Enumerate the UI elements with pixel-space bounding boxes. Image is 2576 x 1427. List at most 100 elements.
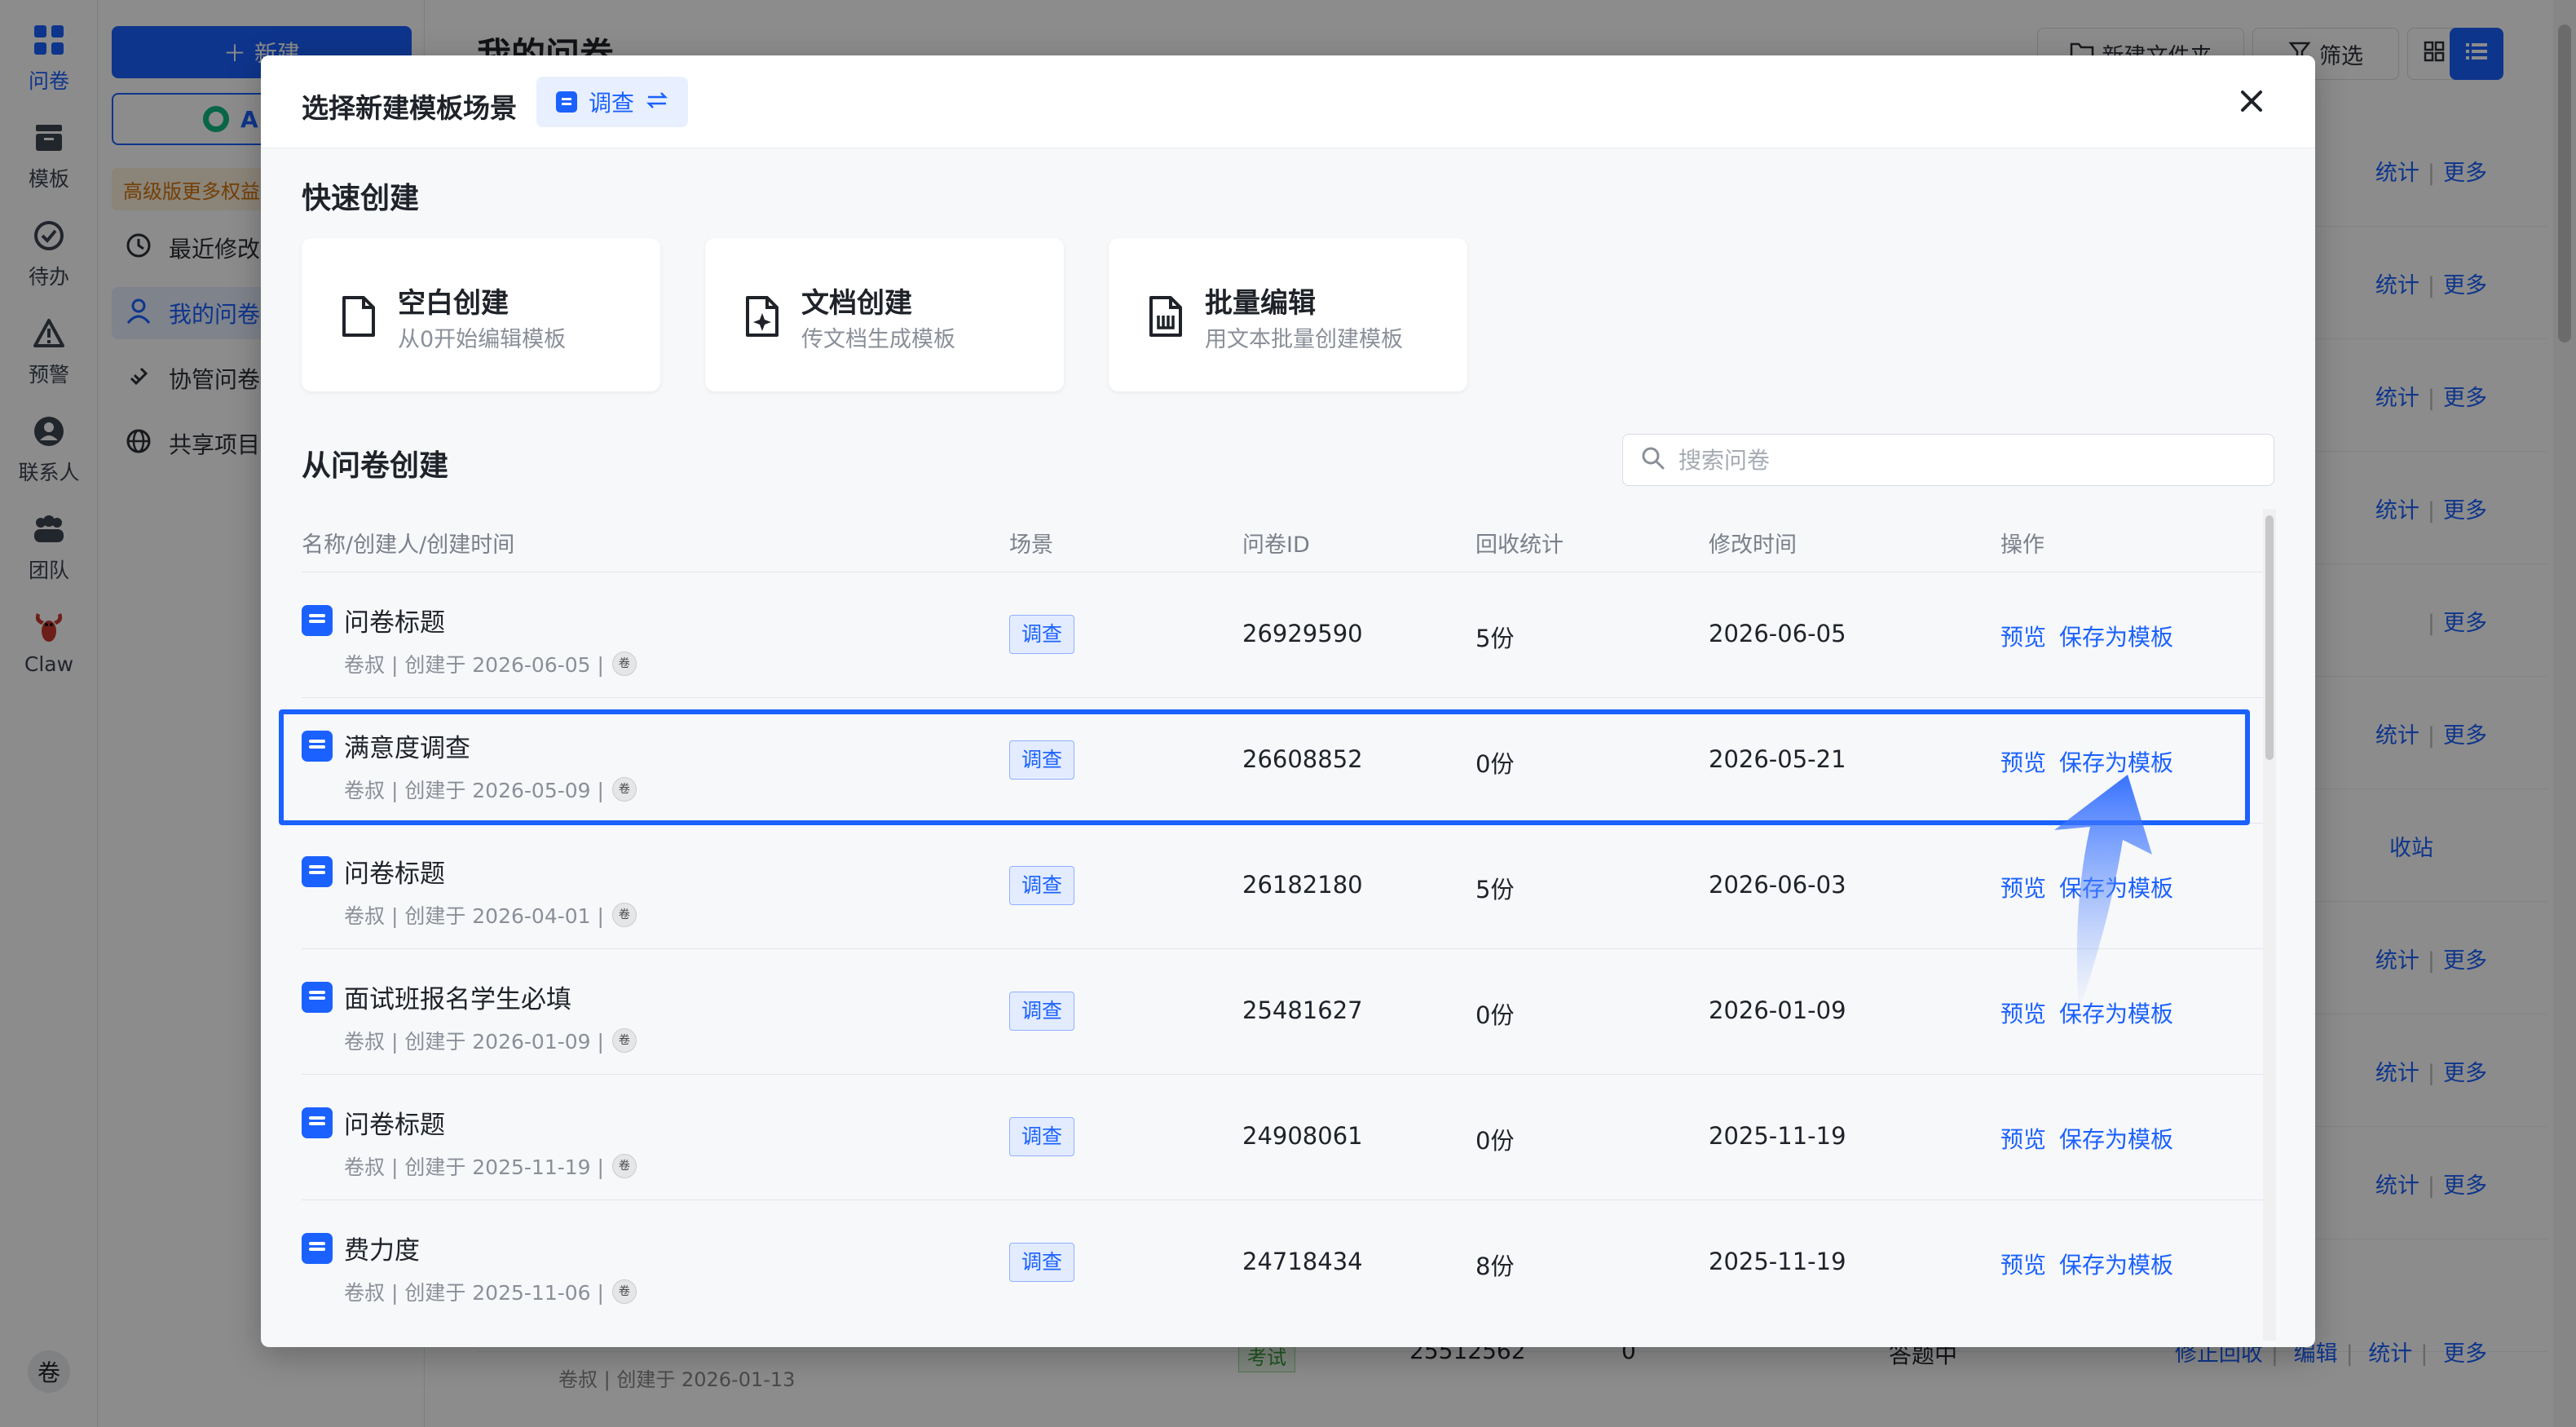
scene-tag-label: 调查 bbox=[589, 90, 635, 117]
scene-switch-tag[interactable]: 调查 bbox=[536, 77, 689, 127]
quick-card-name: 批量编辑 bbox=[1205, 287, 1316, 320]
survey-id: 26608852 bbox=[1242, 745, 1363, 773]
modal-scroll-thumb[interactable] bbox=[2265, 515, 2274, 760]
col-scene: 场景 bbox=[1009, 532, 1053, 558]
survey-meta-text: 卷叔 | 创建于 2026-01-09 | bbox=[344, 1030, 604, 1054]
survey-name: 面试班报名学生必填 bbox=[344, 985, 571, 1014]
creator-avatar-icon: 卷 bbox=[611, 1154, 637, 1178]
survey-scene-icon bbox=[556, 91, 577, 113]
col-actions: 操作 bbox=[2000, 532, 2044, 558]
modified-date: 2026-06-05 bbox=[1709, 620, 1846, 647]
survey-doc-icon bbox=[302, 982, 333, 1013]
survey-id: 24718434 bbox=[1242, 1248, 1363, 1275]
creator-avatar-icon: 卷 bbox=[611, 652, 637, 676]
survey-id: 25481627 bbox=[1242, 996, 1363, 1024]
modified-date: 2026-01-09 bbox=[1709, 996, 1846, 1024]
survey-meta: 卷叔 | 创建于 2026-04-01 | 卷 bbox=[344, 900, 637, 930]
quick-create-title: 快速创建 bbox=[302, 182, 420, 215]
quick-card-doc[interactable]: 文档创建 传文档生成模板 bbox=[705, 238, 1064, 391]
table-row[interactable]: 满意度调查 卷叔 | 创建于 2026-05-09 | 卷 调查 26608852… bbox=[302, 698, 2266, 824]
table-header: 名称/创建人/创建时间 场景 问卷ID 回收统计 修改时间 操作 bbox=[302, 510, 2266, 572]
modal-scrollbar[interactable] bbox=[2263, 509, 2276, 1341]
col-modified: 修改时间 bbox=[1709, 532, 1797, 558]
col-id: 问卷ID bbox=[1242, 532, 1310, 558]
survey-name: 问卷标题 bbox=[344, 608, 445, 638]
preview-link[interactable]: 预览 bbox=[2000, 1122, 2046, 1155]
preview-link[interactable]: 预览 bbox=[2000, 871, 2046, 903]
modified-date: 2025-11-19 bbox=[1709, 1248, 1846, 1275]
survey-meta-text: 卷叔 | 创建于 2025-11-06 | bbox=[344, 1281, 604, 1305]
scene-badge: 调查 bbox=[1009, 740, 1075, 780]
save-as-template-link[interactable]: 保存为模板 bbox=[2059, 620, 2173, 652]
quick-card-name: 空白创建 bbox=[398, 287, 509, 320]
table-row[interactable]: 问卷标题 卷叔 | 创建于 2026-06-05 | 卷 调查 26929590 … bbox=[302, 572, 2266, 698]
response-count: 5份 bbox=[1475, 876, 1515, 903]
survey-name: 问卷标题 bbox=[344, 859, 445, 889]
col-count: 回收统计 bbox=[1475, 532, 1564, 558]
survey-meta-text: 卷叔 | 创建于 2026-05-09 | bbox=[344, 779, 604, 802]
survey-name: 问卷标题 bbox=[344, 1111, 445, 1140]
quick-card-sub: 从0开始编辑模板 bbox=[398, 327, 567, 352]
preview-link[interactable]: 预览 bbox=[2000, 996, 2046, 1029]
survey-doc-icon bbox=[302, 1233, 333, 1264]
response-count: 8份 bbox=[1475, 1252, 1515, 1280]
modified-date: 2025-11-19 bbox=[1709, 1122, 1846, 1150]
table-row[interactable]: 问卷标题 卷叔 | 创建于 2026-04-01 | 卷 调查 26182180 … bbox=[302, 824, 2266, 949]
response-count: 0份 bbox=[1475, 1001, 1515, 1029]
table-row[interactable]: 问卷标题 卷叔 | 创建于 2025-11-19 | 卷 调查 24908061 … bbox=[302, 1075, 2266, 1200]
preview-link[interactable]: 预览 bbox=[2000, 1248, 2046, 1280]
table-row[interactable]: 面试班报名学生必填 卷叔 | 创建于 2026-01-09 | 卷 调查 2548… bbox=[302, 949, 2266, 1075]
survey-doc-icon bbox=[302, 1107, 333, 1138]
response-count: 0份 bbox=[1475, 1127, 1515, 1155]
batch-edit-icon bbox=[1148, 295, 1187, 341]
quick-card-blank[interactable]: 空白创建 从0开始编辑模板 bbox=[302, 238, 660, 391]
scene-badge: 调查 bbox=[1009, 615, 1075, 654]
swap-icon bbox=[646, 89, 668, 116]
survey-meta-text: 卷叔 | 创建于 2026-06-05 | bbox=[344, 653, 604, 677]
creator-avatar-icon: 卷 bbox=[611, 1028, 637, 1053]
scene-badge: 调查 bbox=[1009, 1243, 1075, 1282]
from-survey-title: 从问卷创建 bbox=[302, 449, 449, 483]
blank-file-icon bbox=[341, 295, 380, 341]
survey-id: 26182180 bbox=[1242, 871, 1363, 899]
save-as-template-link[interactable]: 保存为模板 bbox=[2059, 1248, 2173, 1280]
quick-card-batch[interactable]: 批量编辑 用文本批量创建模板 bbox=[1109, 238, 1467, 391]
survey-name: 费力度 bbox=[344, 1236, 420, 1266]
col-name: 名称/创建人/创建时间 bbox=[302, 532, 515, 558]
save-as-template-link[interactable]: 保存为模板 bbox=[2059, 745, 2173, 778]
survey-meta-text: 卷叔 | 创建于 2026-04-01 | bbox=[344, 904, 604, 928]
survey-name: 满意度调查 bbox=[344, 734, 470, 763]
preview-link[interactable]: 预览 bbox=[2000, 620, 2046, 652]
table-row[interactable]: 费力度 卷叔 | 创建于 2025-11-06 | 卷 调查 24718434 8… bbox=[302, 1200, 2266, 1326]
quick-card-name: 文档创建 bbox=[801, 287, 912, 320]
survey-meta: 卷叔 | 创建于 2026-06-05 | 卷 bbox=[344, 649, 637, 678]
quick-card-sub: 传文档生成模板 bbox=[801, 327, 955, 352]
survey-meta: 卷叔 | 创建于 2026-01-09 | 卷 bbox=[344, 1026, 637, 1055]
quick-card-sub: 用文本批量创建模板 bbox=[1205, 327, 1403, 352]
doc-ai-icon bbox=[744, 295, 783, 341]
response-count: 5份 bbox=[1475, 625, 1515, 652]
save-as-template-link[interactable]: 保存为模板 bbox=[2059, 996, 2173, 1029]
creator-avatar-icon: 卷 bbox=[611, 1279, 637, 1304]
creator-avatar-icon: 卷 bbox=[611, 903, 637, 927]
creator-avatar-icon: 卷 bbox=[611, 777, 637, 802]
response-count: 0份 bbox=[1475, 750, 1515, 778]
survey-doc-icon bbox=[302, 731, 333, 762]
scene-badge: 调查 bbox=[1009, 1117, 1075, 1156]
survey-doc-icon bbox=[302, 605, 333, 636]
modal-header: 选择新建模板场景 调查 bbox=[261, 55, 2315, 148]
survey-search-box[interactable] bbox=[1622, 434, 2274, 486]
modified-date: 2026-05-21 bbox=[1709, 745, 1846, 773]
modified-date: 2026-06-03 bbox=[1709, 871, 1846, 899]
survey-meta: 卷叔 | 创建于 2026-05-09 | 卷 bbox=[344, 775, 637, 804]
scene-badge: 调查 bbox=[1009, 866, 1075, 905]
modal-title: 选择新建模板场景 bbox=[302, 92, 517, 124]
survey-id: 26929590 bbox=[1242, 620, 1363, 647]
scene-badge: 调查 bbox=[1009, 992, 1075, 1031]
preview-link[interactable]: 预览 bbox=[2000, 745, 2046, 778]
close-icon[interactable] bbox=[2232, 82, 2271, 121]
save-as-template-link[interactable]: 保存为模板 bbox=[2059, 871, 2173, 903]
search-input[interactable] bbox=[1678, 446, 2249, 474]
template-scene-modal: 选择新建模板场景 调查 快速创建 空白创建 从0开始编辑模板 文档创建 传文档生… bbox=[261, 55, 2315, 1347]
save-as-template-link[interactable]: 保存为模板 bbox=[2059, 1122, 2173, 1155]
